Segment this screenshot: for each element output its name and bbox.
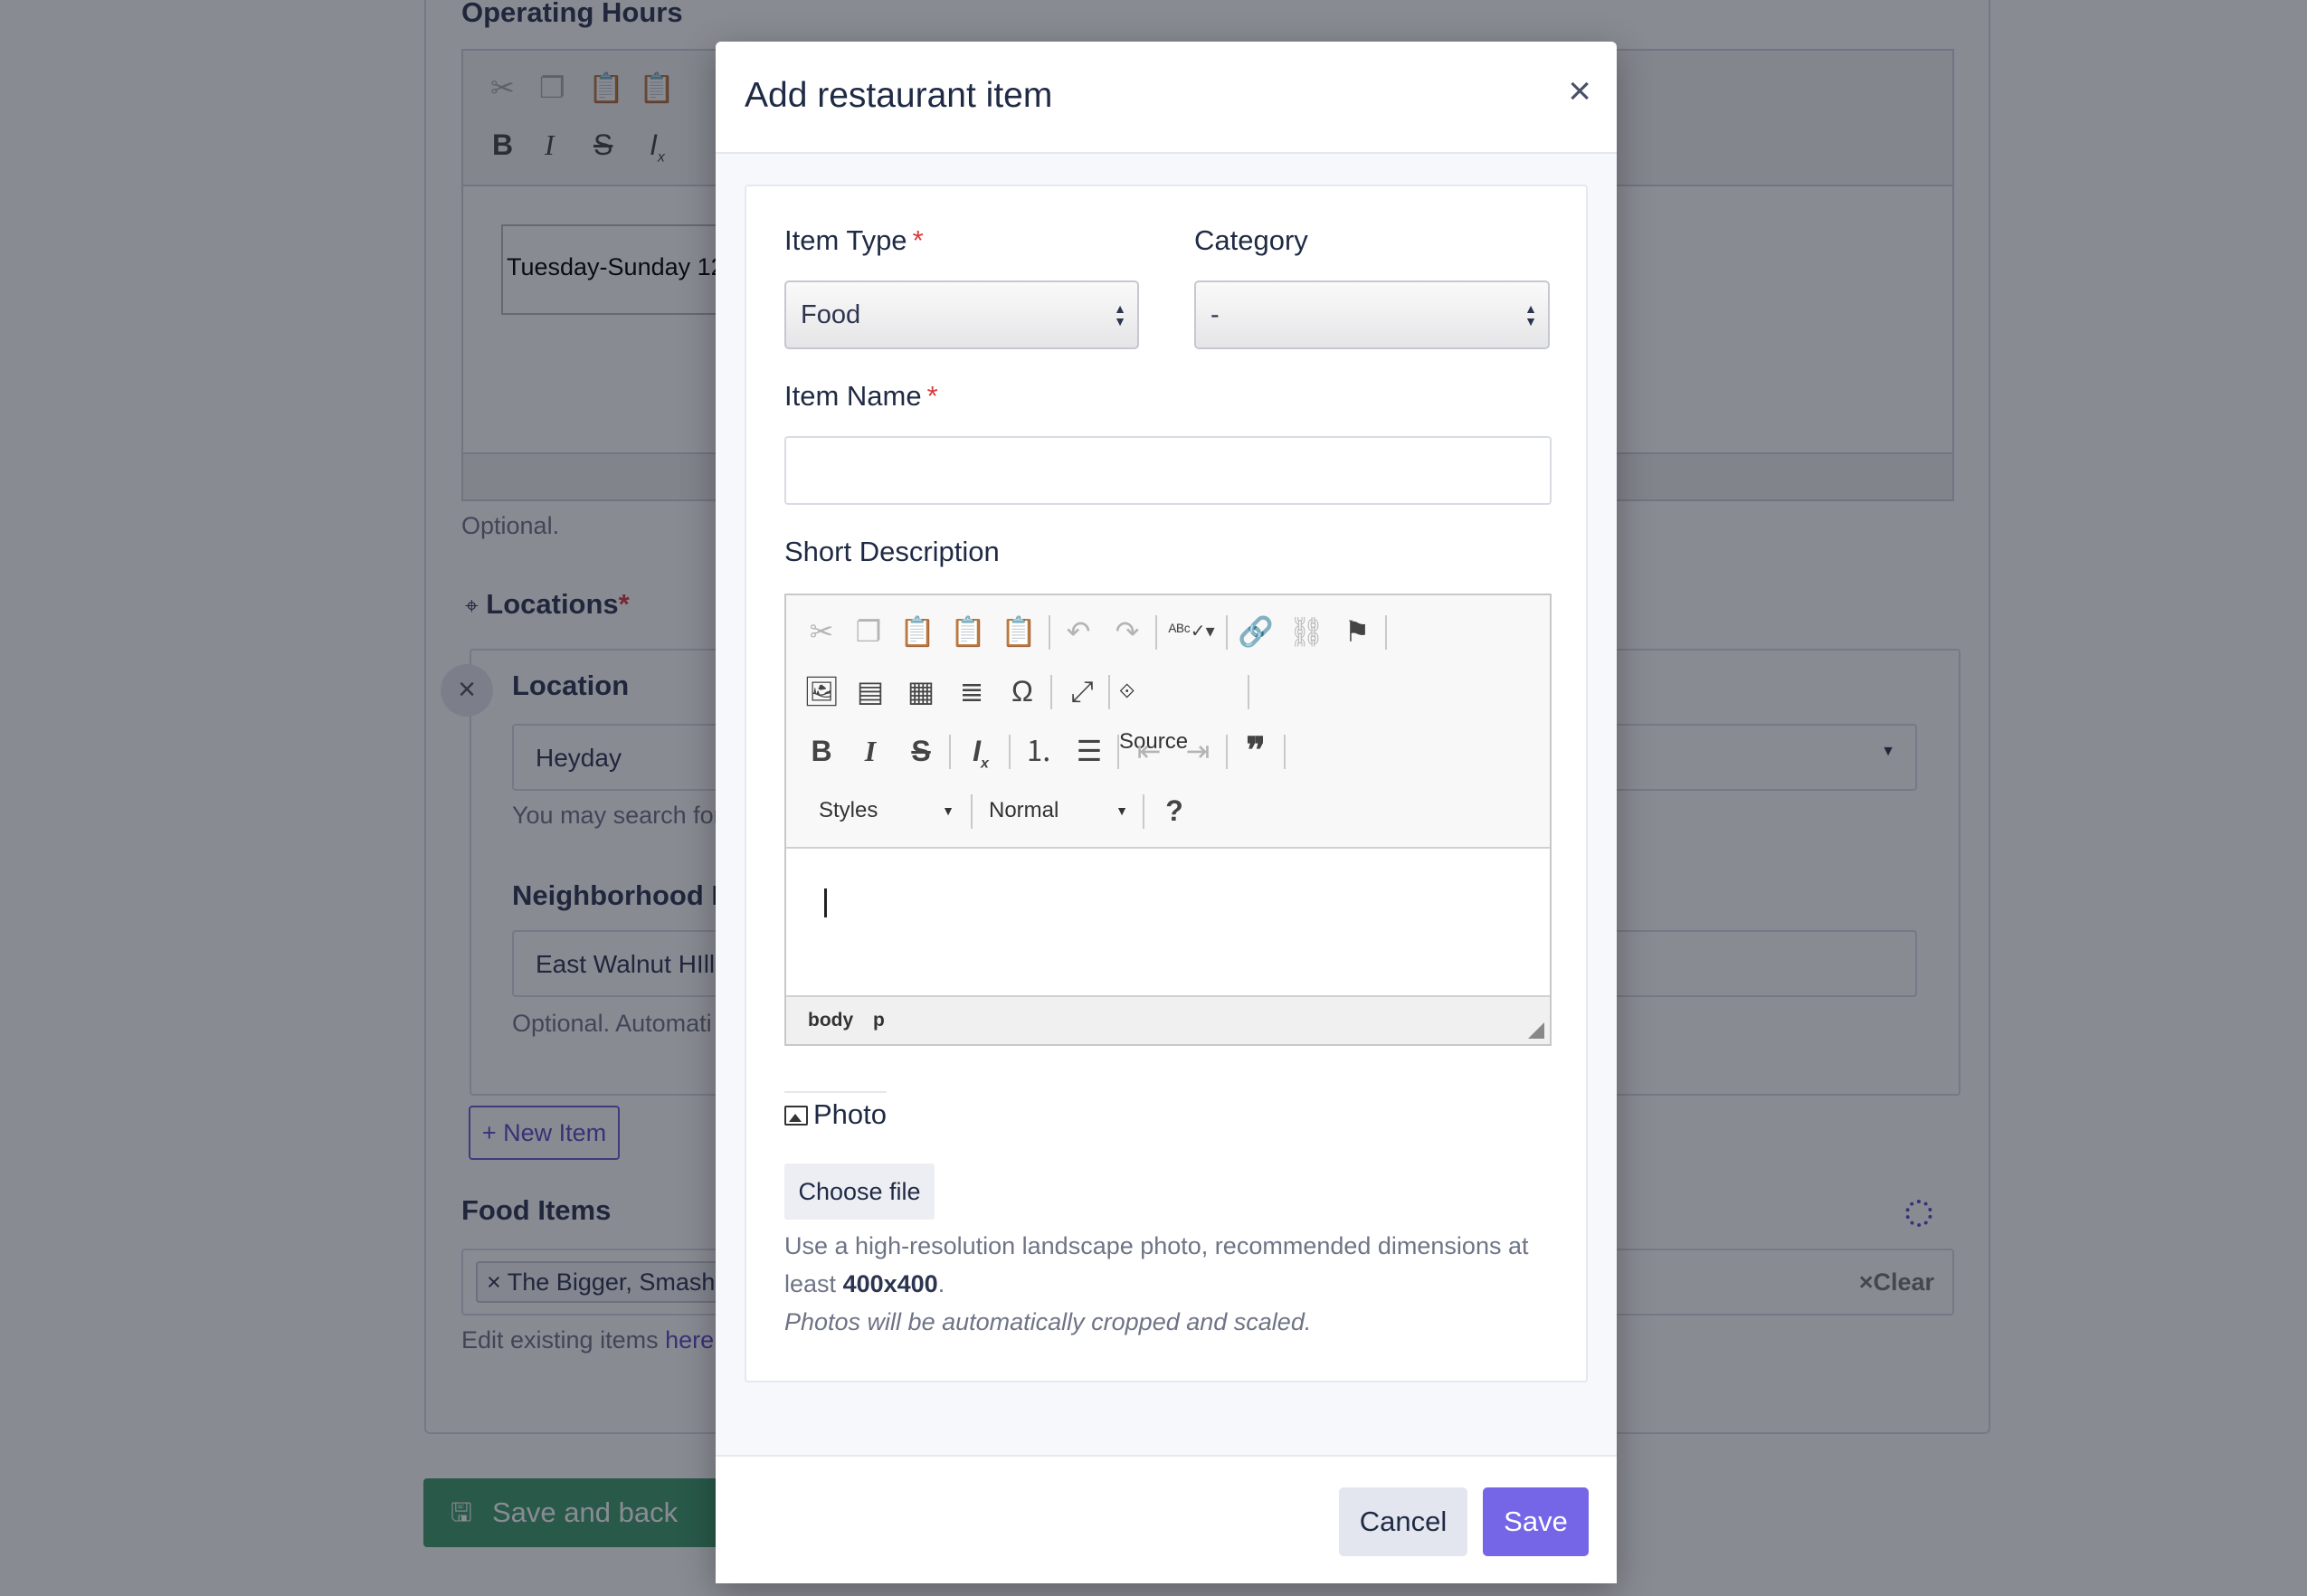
help-icon[interactable]: ? <box>1152 785 1197 836</box>
image-upload-icon[interactable]: ▤ <box>848 666 893 717</box>
source-icon: ⟐ <box>1119 679 1135 702</box>
category-select[interactable]: - ▲ ▼ <box>1194 280 1550 349</box>
undo-icon[interactable]: ↶ <box>1056 606 1101 657</box>
item-name-input[interactable] <box>784 436 1552 505</box>
save-button[interactable]: Save <box>1483 1487 1589 1556</box>
photo-help-text: Use a high-resolution landscape photo, r… <box>784 1227 1553 1341</box>
copy-icon[interactable]: ❐ <box>846 606 891 657</box>
close-icon[interactable]: × <box>1568 69 1591 114</box>
editor-toolbar: ✂ ❐ 📋 📋 📋 ↶ ↷ ᴬᴮᶜ✓▾ 🔗 ⛓ ⚑ 🖼 ▤ ▦ ≣ Ω ⤢ ⟐ … <box>786 595 1550 849</box>
cancel-button[interactable]: Cancel <box>1339 1487 1467 1556</box>
maximize-icon[interactable]: ⤢ <box>1059 666 1105 717</box>
strikethrough-icon[interactable]: S <box>898 726 944 776</box>
link-icon[interactable]: 🔗 <box>1233 606 1278 657</box>
editor-content-area[interactable] <box>786 849 1550 995</box>
remove-format-icon[interactable]: Ix <box>958 726 1003 776</box>
format-dropdown[interactable]: Normal ▼ <box>989 785 1128 836</box>
text-cursor <box>824 888 827 917</box>
spellcheck-icon[interactable]: ᴬᴮᶜ✓▾ <box>1164 606 1219 657</box>
photo-help-italic: Photos will be automatically cropped and… <box>784 1308 1312 1335</box>
modal-body: Item Type * Food ▲ ▼ Category - ▲ ▼ Item Na… <box>716 154 1617 1457</box>
bulleted-list-icon[interactable]: ☰ <box>1067 726 1112 776</box>
caret-down-icon: ▼ <box>942 803 954 818</box>
modal-form: Item Type * Food ▲ ▼ Category - ▲ ▼ Item Na… <box>745 185 1588 1382</box>
modal-footer: Cancel Save <box>716 1455 1617 1583</box>
paste-icon[interactable]: 📋 <box>895 606 940 657</box>
select-arrows-icon: ▲ ▼ <box>1524 301 1537 328</box>
caret-down-icon: ▼ <box>1116 803 1128 818</box>
source-button[interactable]: ⟐ Source <box>1119 666 1188 754</box>
redo-icon[interactable]: ↷ <box>1105 606 1150 657</box>
image-icon[interactable]: 🖼 <box>799 666 844 717</box>
styles-dropdown[interactable]: Styles ▼ <box>819 785 954 836</box>
add-item-modal: Add restaurant item × Item Type * Food ▲ ▼… <box>716 42 1617 1583</box>
category-label: Category <box>1194 224 1308 256</box>
select-arrows-icon: ▲ ▼ <box>1114 301 1126 328</box>
cut-icon[interactable]: ✂ <box>799 606 844 657</box>
item-type-select[interactable]: Food ▲ ▼ <box>784 280 1139 349</box>
choose-file-button[interactable]: Choose file <box>784 1164 935 1220</box>
resize-handle-icon[interactable] <box>1528 1022 1544 1039</box>
table-icon[interactable]: ▦ <box>898 666 944 717</box>
modal-header: Add restaurant item × <box>716 42 1617 154</box>
path-p[interactable]: p <box>873 1010 885 1031</box>
special-char-icon[interactable]: Ω <box>1000 666 1045 717</box>
path-body[interactable]: body <box>808 1010 853 1031</box>
outdent-icon[interactable]: ⇤ <box>1126 726 1172 776</box>
editor-element-path: body p <box>786 995 1550 1044</box>
anchor-icon[interactable]: ⚑ <box>1334 606 1380 657</box>
photo-label: Photo <box>784 1091 888 1131</box>
modal-title: Add restaurant item <box>745 76 1053 115</box>
paste-text-icon[interactable]: 📋 <box>945 606 991 657</box>
italic-icon[interactable]: I <box>848 726 893 776</box>
numbered-list-icon[interactable]: ⒈ <box>1016 726 1061 776</box>
unlink-icon[interactable]: ⛓ <box>1284 606 1329 657</box>
image-icon <box>784 1106 808 1126</box>
horizontal-line-icon[interactable]: ≣ <box>949 666 994 717</box>
short-description-label: Short Description <box>784 536 1000 567</box>
paste-word-icon[interactable]: 📋 <box>996 606 1041 657</box>
item-type-label: Item Type * <box>784 224 924 256</box>
blockquote-icon[interactable]: ❞ <box>1233 726 1278 776</box>
short-description-editor: ✂ ❐ 📋 📋 📋 ↶ ↷ ᴬᴮᶜ✓▾ 🔗 ⛓ ⚑ 🖼 ▤ ▦ ≣ Ω ⤢ ⟐ … <box>784 594 1552 1046</box>
item-name-label: Item Name * <box>784 380 938 412</box>
indent-icon[interactable]: ⇥ <box>1175 726 1220 776</box>
bold-icon[interactable]: B <box>799 726 844 776</box>
